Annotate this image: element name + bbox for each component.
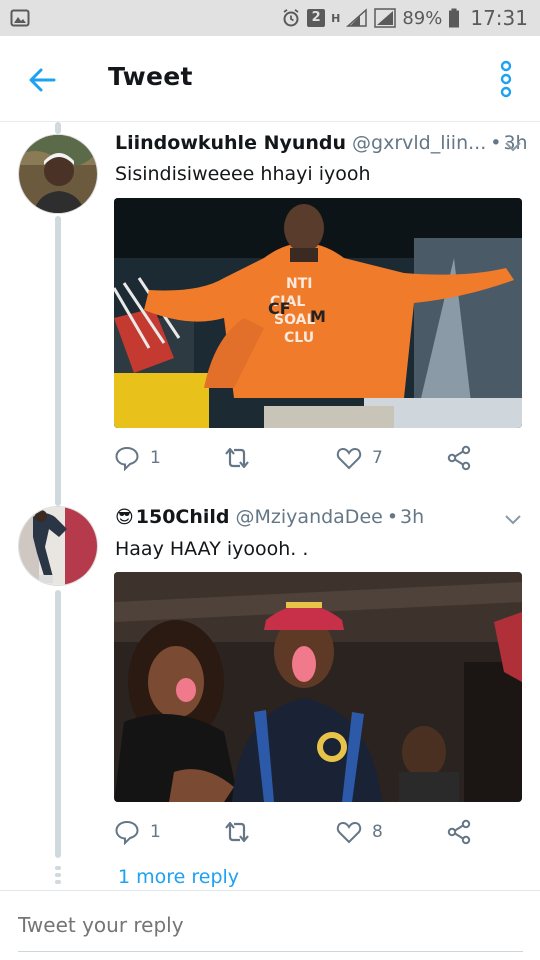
retweet-icon: [225, 447, 249, 469]
share-icon: [447, 445, 471, 471]
like-icon: [336, 821, 362, 844]
separator-dot: •: [490, 132, 502, 154]
back-arrow-icon[interactable]: [26, 64, 58, 96]
tweet-text: Sisindisiweeee hhayi iyooh: [115, 163, 371, 185]
reply-icon: [115, 446, 139, 471]
separator-dot: •: [386, 506, 399, 528]
signal-icon: [346, 8, 368, 27]
thread-line: [55, 122, 61, 134]
reply-button[interactable]: 1: [114, 817, 161, 847]
more-replies-link[interactable]: 1 more reply: [118, 866, 239, 888]
alarm-icon: [283, 9, 299, 27]
app-bar: Tweet: [0, 36, 540, 122]
thread-line: [55, 590, 61, 858]
tweet-text: Haay HAAY iyoooh. .: [115, 538, 309, 560]
avatar[interactable]: [18, 134, 98, 214]
status-bar: 2 H 89% 17:31: [0, 0, 540, 36]
tweet-photo[interactable]: NTI CIAL SOAL CLU CF M: [114, 198, 522, 428]
status-right: 2 H 89% 17:31: [281, 6, 528, 30]
like-button[interactable]: 8: [336, 817, 383, 847]
chevron-down-icon[interactable]: [504, 141, 522, 153]
tweet-actions: 1 8: [114, 817, 484, 847]
share-button[interactable]: [446, 817, 472, 847]
reply-icon: [115, 820, 139, 845]
thread-dots: [55, 866, 61, 888]
shirt-print: M: [310, 307, 326, 326]
battery-icon: [449, 8, 460, 28]
sunglasses-emoji: 😎: [115, 507, 134, 528]
reply-count: 1: [150, 448, 161, 468]
username[interactable]: @MziyandaDee: [236, 506, 383, 528]
like-button[interactable]: 7: [336, 443, 383, 473]
input-underline: [18, 951, 523, 952]
shirt-print: CF: [268, 299, 291, 318]
display-name[interactable]: Liindowkuhle Nyundu: [115, 132, 346, 154]
like-count: 8: [372, 822, 383, 842]
shirt-print: CLU: [284, 330, 314, 346]
network-label: H: [331, 11, 341, 25]
shirt-print: NTI: [286, 276, 312, 292]
like-icon: [336, 447, 362, 470]
tweet-actions: 1 7: [114, 443, 484, 473]
overflow-menu-icon[interactable]: [496, 60, 516, 100]
timestamp: 3h: [400, 506, 425, 528]
tweet-header: Liindowkuhle Nyundu @gxrvld_liin... • 3h: [115, 132, 528, 160]
sim-badge: 2: [307, 9, 326, 27]
reply-button[interactable]: 1: [114, 443, 161, 473]
thread-line: [55, 216, 61, 506]
tweet-header: 😎 150Child @MziyandaDee • 3h: [115, 506, 424, 534]
avatar[interactable]: [18, 506, 98, 586]
image-icon: [10, 9, 30, 27]
retweet-icon: [225, 821, 249, 843]
reply-input[interactable]: [18, 913, 523, 937]
share-icon: [447, 819, 471, 845]
signal-icon: [374, 8, 397, 28]
display-name[interactable]: 150Child: [136, 506, 230, 528]
username[interactable]: @gxrvld_liin...: [352, 132, 486, 154]
chevron-down-icon[interactable]: [504, 514, 522, 526]
share-button[interactable]: [446, 443, 472, 473]
retweet-button[interactable]: [222, 443, 252, 473]
like-count: 7: [372, 448, 383, 468]
page-title: Tweet: [108, 62, 193, 91]
status-time: 17:31: [470, 6, 528, 30]
battery-percent: 89%: [402, 7, 443, 29]
tweet-photo[interactable]: [114, 572, 522, 802]
retweet-button[interactable]: [222, 817, 252, 847]
reply-composer: [0, 890, 540, 960]
reply-count: 1: [150, 822, 161, 842]
